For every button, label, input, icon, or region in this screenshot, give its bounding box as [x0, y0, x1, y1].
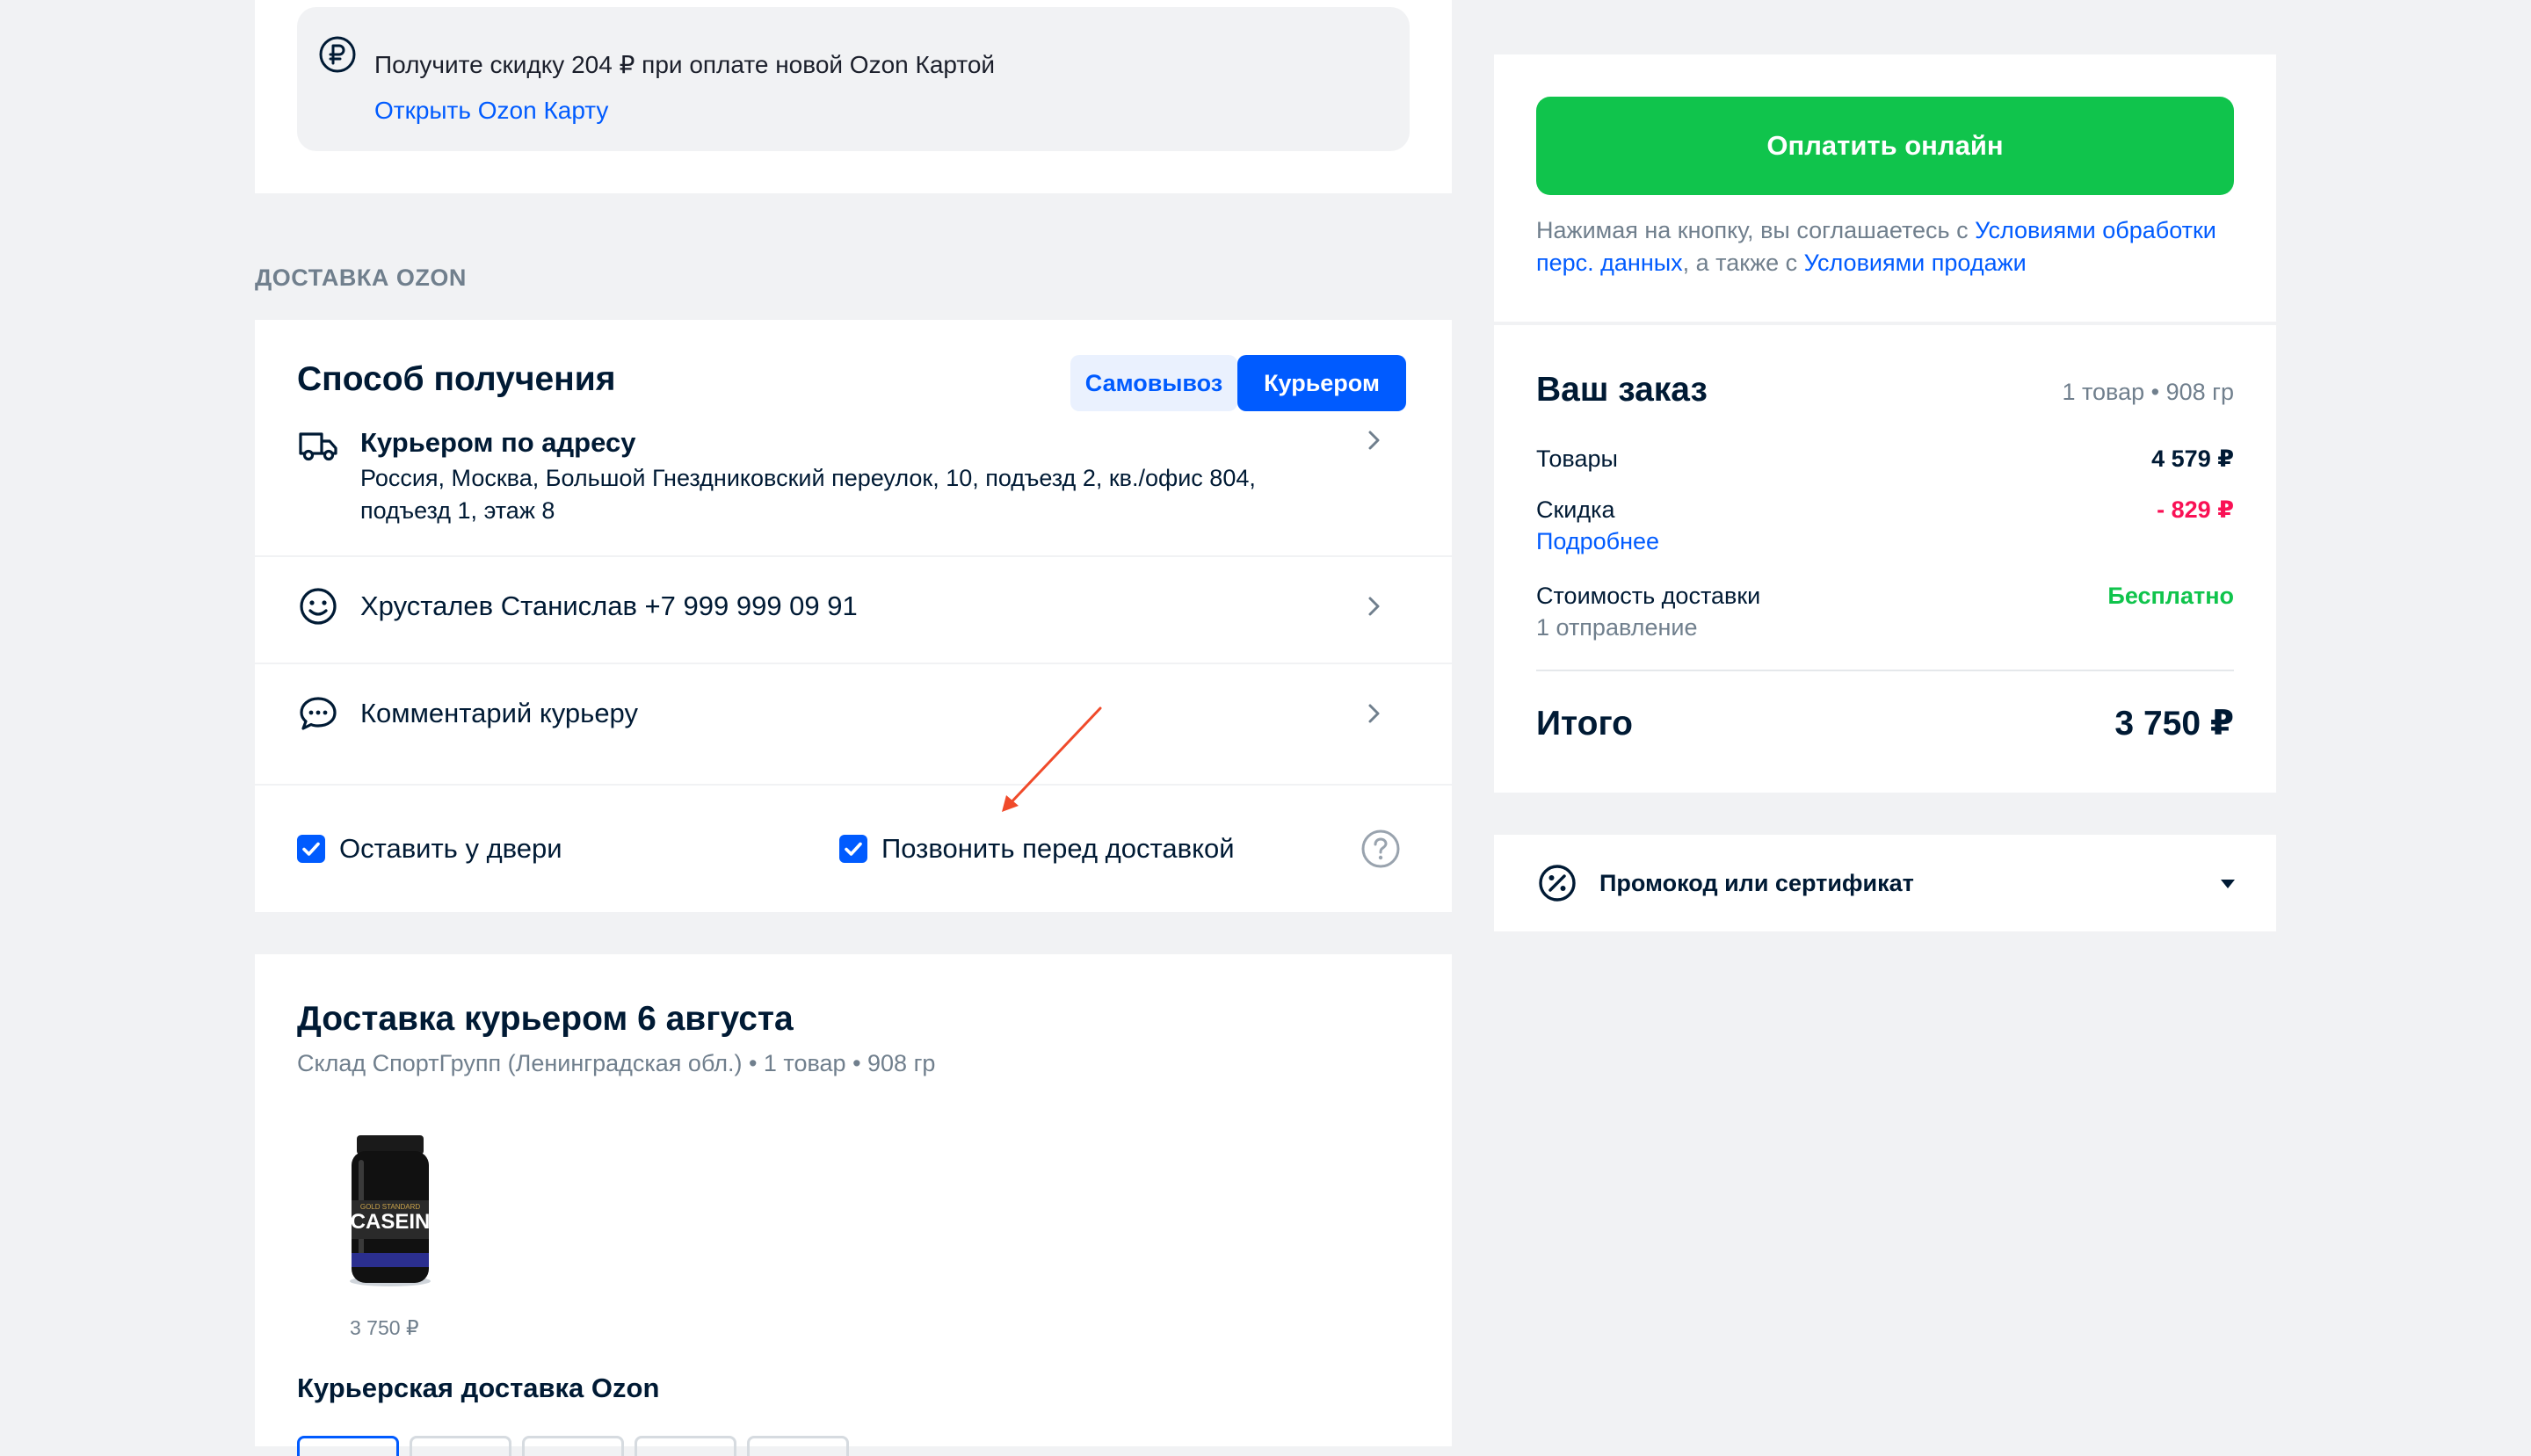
- call-before-delivery-label[interactable]: Позвонить перед доставкой: [881, 831, 1235, 866]
- delivery-slot[interactable]: [747, 1436, 849, 1456]
- chevron-right-icon: [1368, 704, 1380, 723]
- section-label: ДОСТАВКА OZON: [255, 264, 467, 291]
- total-value: 3 750 ₽: [2114, 705, 2234, 742]
- order-summary-card: Ваш заказ 1 товар • 908 гр Товары 4 579 …: [1494, 325, 2276, 793]
- address-text: Россия, Москва, Большой Гнездниковский п…: [360, 465, 1256, 524]
- delivery-method-card: Способ получения Самовывоз Курьером Курь…: [255, 320, 1452, 912]
- delivery-slot[interactable]: [635, 1436, 736, 1456]
- smile-icon: [300, 588, 337, 625]
- leave-at-door-checkbox[interactable]: [297, 835, 325, 863]
- total-label: Итого: [1536, 705, 1633, 742]
- divider: [1536, 670, 2234, 671]
- chat-icon: [300, 697, 337, 730]
- delivery-type-toggle: Самовывоз Курьером: [1070, 355, 1406, 411]
- discount-value: - 829 ₽: [2157, 496, 2234, 523]
- open-ozon-card-link[interactable]: Открыть Ozon Карту: [374, 93, 608, 128]
- order-title: Ваш заказ: [1536, 371, 1708, 409]
- discount-box: Получите скидку 204 ₽ при оплате новой O…: [297, 7, 1410, 151]
- ruble-icon: [319, 36, 356, 73]
- payment-card: Оплатить онлайн Нажимая на кнопку, вы со…: [1494, 54, 2276, 322]
- discount-text: Получите скидку 204 ₽ при оплате новой O…: [374, 51, 996, 78]
- discount-label: Скидка: [1536, 496, 1615, 523]
- truck-icon: [299, 432, 337, 461]
- call-before-delivery-checkbox[interactable]: [839, 835, 867, 863]
- delivery-slot[interactable]: [522, 1436, 624, 1456]
- shipment-title: Доставка курьером 6 августа: [297, 1000, 794, 1038]
- delivery-cost-label: Стоимость доставки: [1536, 583, 1761, 609]
- goods-value: 4 579 ₽: [2151, 445, 2234, 472]
- divider: [255, 784, 1452, 786]
- promo-code-row[interactable]: Промокод или сертификат: [1494, 835, 2276, 931]
- product-label: CASEIN: [351, 1210, 431, 1234]
- promo-code-label: Промокод или сертификат: [1599, 870, 1914, 896]
- product-image: GOLD STANDARD CASEIN: [350, 1135, 431, 1286]
- delivery-method-title: Способ получения: [297, 360, 616, 398]
- sale-terms-link[interactable]: Условиями продажи: [1804, 250, 2027, 276]
- agreement-prefix: Нажимая на кнопку, вы соглашаетесь с: [1536, 217, 1976, 243]
- shipments-count: 1 отправление: [1536, 614, 1698, 641]
- recipient-contact: Хрусталев Станислав +7 999 999 09 91: [360, 590, 858, 621]
- address-title: Курьером по адресу: [360, 427, 636, 458]
- order-meta: 1 товар • 908 гр: [2062, 379, 2234, 405]
- goods-label: Товары: [1536, 445, 1618, 472]
- leave-at-door-label[interactable]: Оставить у двери: [339, 831, 562, 866]
- checkbox-checked-icon: [302, 842, 320, 856]
- caret-down-icon: [2221, 880, 2235, 888]
- checkbox-checked-icon: [845, 842, 862, 856]
- percent-badge-icon: [1539, 865, 1576, 902]
- pay-online-button[interactable]: Оплатить онлайн: [1536, 97, 2234, 195]
- divider: [255, 555, 1452, 557]
- ozon-card-discount-banner: Получите скидку 204 ₽ при оплате новой O…: [255, 0, 1452, 193]
- shipment-card: Доставка курьером 6 августа Склад СпортГ…: [255, 954, 1452, 1456]
- shipment-subtitle: Склад СпортГрупп (Ленинградская обл.) • …: [297, 1050, 936, 1076]
- chevron-right-icon: [1368, 597, 1380, 616]
- help-icon[interactable]: [1360, 828, 1402, 870]
- shipping-method-title: Курьерская доставка Ozon: [297, 1373, 660, 1403]
- tab-pickup[interactable]: Самовывоз: [1070, 355, 1237, 411]
- tab-courier[interactable]: Курьером: [1237, 355, 1406, 411]
- delivery-cost-value: Бесплатно: [2107, 583, 2234, 609]
- delivery-slot[interactable]: [297, 1436, 399, 1456]
- agreement-text: Нажимая на кнопку, вы соглашаетесь с Усл…: [1536, 214, 2239, 279]
- annotation-arrow: [1002, 706, 1102, 812]
- agreement-middle: , а также с: [1682, 250, 1804, 276]
- discount-details-link[interactable]: Подробнее: [1536, 525, 1659, 557]
- chevron-right-icon: [1368, 431, 1380, 450]
- product-price: 3 750 ₽: [350, 1316, 419, 1339]
- delivery-slot[interactable]: [410, 1436, 511, 1456]
- courier-comment-label: Комментарий курьеру: [360, 698, 638, 728]
- divider: [255, 663, 1452, 664]
